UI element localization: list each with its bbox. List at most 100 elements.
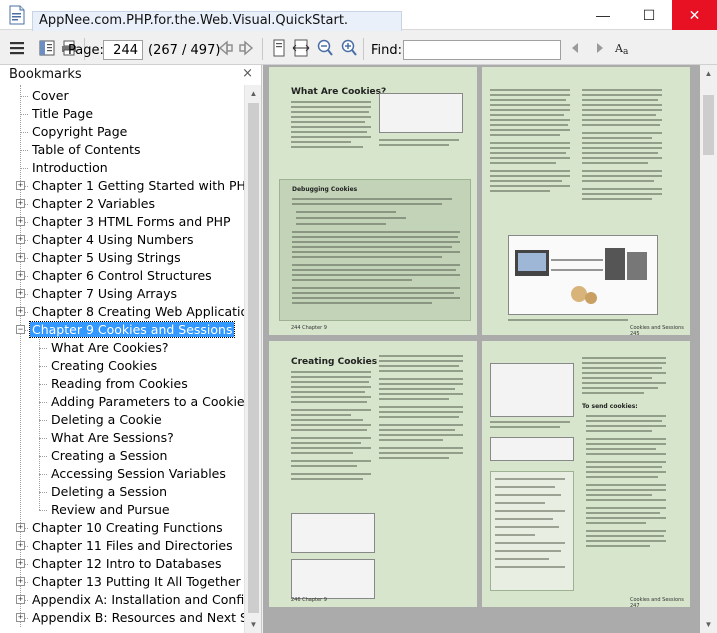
bookmark-item[interactable]: Chapter 11 Files and Directories [30,537,244,555]
bookmark-item[interactable]: Chapter 12 Intro to Databases [30,555,244,573]
bookmark-subitem[interactable]: Reading from Cookies [49,375,244,393]
page-subheading: To send cookies: [582,403,638,410]
bookmark-label: Review and Pursue [51,502,170,517]
page-heading: What Are Cookies? [291,87,387,97]
bookmark-subitem[interactable]: What Are Sessions? [49,429,244,447]
fit-page-icon[interactable] [270,39,288,57]
bookmark-item[interactable]: Chapter 9 Cookies and Sessions [28,321,244,339]
svg-text:a: a [623,47,629,57]
page-heading: Creating Cookies [291,357,378,367]
expand-icon[interactable]: + [16,289,25,298]
scroll-down-icon[interactable]: ▼ [700,616,717,633]
bookmark-item[interactable]: Table of Contents [30,141,244,159]
bookmark-subitem[interactable]: Creating Cookies [49,357,244,375]
tree-connector [39,348,47,349]
document-viewer[interactable]: What Are Cookies? Debugging Cookies 244 … [263,65,700,633]
page-number-input[interactable] [103,40,143,60]
expand-icon[interactable]: + [16,199,25,208]
bookmark-item[interactable]: Cover [30,87,244,105]
next-page-icon[interactable] [238,39,256,57]
bookmark-label: Accessing Session Variables [51,466,226,481]
expand-icon[interactable]: + [16,217,25,226]
expand-icon[interactable]: + [16,235,25,244]
tree-connector [39,456,47,457]
bookmark-subitem[interactable]: Deleting a Cookie [49,411,244,429]
scrollbar-thumb[interactable] [703,95,714,155]
bookmark-label: Appendix B: Resources and Next Steps [32,610,244,625]
page-footer: 246 Chapter 9 [291,597,327,603]
previous-page-icon[interactable] [216,39,234,57]
page-246: Creating Cookies 246 Chapter 9 [269,341,477,607]
find-previous-icon[interactable] [567,39,585,57]
collapse-icon[interactable]: − [16,325,25,334]
expand-icon[interactable]: + [16,613,25,622]
bookmark-subitem[interactable]: Accessing Session Variables [49,465,244,483]
bookmark-label: Chapter 13 Putting It All Together [32,574,241,589]
bookmark-label: Title Page [32,106,94,121]
minimize-button[interactable]: — [580,0,626,30]
bookmark-label: Deleting a Cookie [51,412,162,427]
fit-width-icon[interactable] [292,39,310,57]
bookmark-item[interactable]: Chapter 1 Getting Started with PHP [30,177,244,195]
bookmark-item[interactable]: Chapter 8 Creating Web Applications [30,303,244,321]
expand-icon[interactable]: + [16,253,25,262]
tree-connector [39,402,47,403]
bookmark-label: Chapter 11 Files and Directories [32,538,233,553]
zoom-out-icon[interactable] [316,39,334,57]
expand-icon[interactable]: + [16,181,25,190]
bookmark-item[interactable]: Chapter 5 Using Strings [30,249,244,267]
bookmark-subitem[interactable]: Review and Pursue [49,501,244,519]
expand-icon[interactable]: + [16,271,25,280]
menu-icon[interactable] [8,39,26,57]
expand-icon[interactable]: + [16,559,25,568]
bookmark-subitem[interactable]: Creating a Session [49,447,244,465]
bookmarks-scrollbar[interactable]: ▲ ▼ [244,85,261,633]
close-button[interactable]: ✕ [672,0,717,30]
expand-icon[interactable]: + [16,577,25,586]
bookmark-item[interactable]: Appendix A: Installation and Configurati [30,591,244,609]
bookmark-subitem[interactable]: Adding Parameters to a Cookie [49,393,244,411]
match-case-icon[interactable]: Aa [614,39,632,57]
find-next-icon[interactable] [590,39,608,57]
page-count-info: (267 / 497) [148,43,221,58]
maximize-button[interactable]: ☐ [626,0,672,30]
bookmark-item[interactable]: Chapter 7 Using Arrays [30,285,244,303]
bookmark-item[interactable]: Copyright Page [30,123,244,141]
bookmark-item[interactable]: Chapter 3 HTML Forms and PHP [30,213,244,231]
expand-icon[interactable]: + [16,307,25,316]
bookmark-subitem[interactable]: What Are Cookies? [49,339,244,357]
page-footer: 244 Chapter 9 [291,325,327,331]
bookmark-item[interactable]: Chapter 10 Creating Functions [30,519,244,537]
bookmark-item[interactable]: Title Page [30,105,244,123]
tree-connector [20,132,28,133]
app-icon[interactable] [6,4,28,26]
bookmarks-icon[interactable] [38,39,56,57]
tree-connector [39,384,47,385]
bookmark-item[interactable]: Chapter 6 Control Structures [30,267,244,285]
bookmark-item[interactable]: Chapter 2 Variables [30,195,244,213]
toolbar-separator [363,38,364,60]
page-subheading: Debugging Cookies [292,186,358,193]
bookmark-subitem[interactable]: Deleting a Session [49,483,244,501]
bookmark-label: Chapter 3 HTML Forms and PHP [32,214,231,229]
window-title: AppNee.com.PHP.for.the.Web.Visual.QuickS… [39,13,349,28]
document-tab[interactable]: AppNee.com.PHP.for.the.Web.Visual.QuickS… [32,11,402,31]
bookmark-label: Creating Cookies [51,358,158,373]
scroll-down-icon[interactable]: ▼ [245,616,262,633]
bookmark-item[interactable]: Chapter 4 Using Numbers [30,231,244,249]
viewer-scrollbar[interactable]: ▲ ▼ [700,65,717,633]
zoom-in-icon[interactable] [340,39,358,57]
expand-icon[interactable]: + [16,523,25,532]
bookmark-label: What Are Sessions? [51,430,174,445]
bookmark-item[interactable]: Introduction [30,159,244,177]
expand-icon[interactable]: + [16,541,25,550]
find-input[interactable] [403,40,561,60]
scroll-up-icon[interactable]: ▲ [245,85,262,102]
bookmark-item[interactable]: Appendix B: Resources and Next Steps [30,609,244,627]
close-bookmarks-icon[interactable]: × [242,66,253,81]
scroll-up-icon[interactable]: ▲ [700,65,717,82]
bookmark-item[interactable]: Chapter 13 Putting It All Together [30,573,244,591]
expand-icon[interactable]: + [16,595,25,604]
code-listing [490,471,574,591]
scrollbar-thumb[interactable] [248,103,259,613]
